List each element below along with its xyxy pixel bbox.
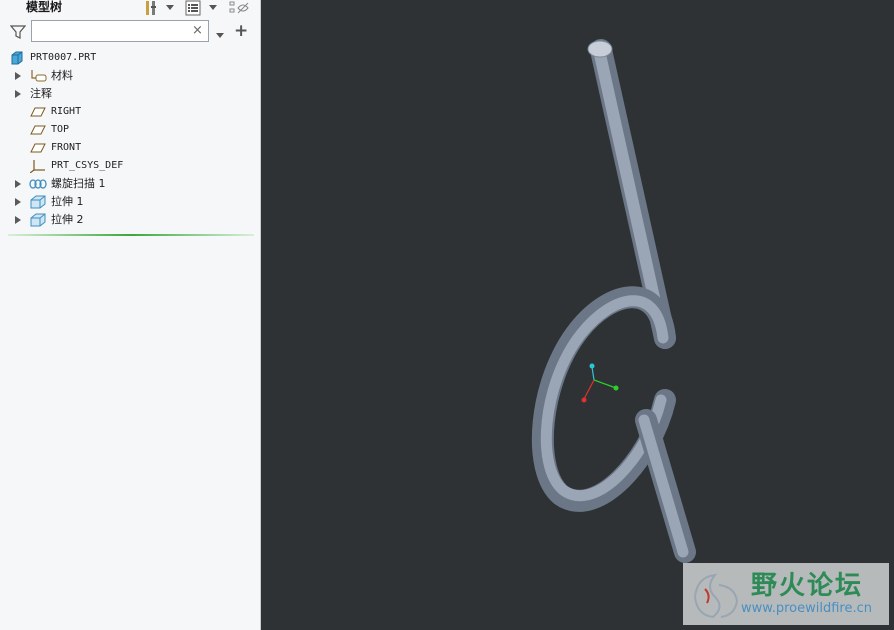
watermark-title: 野火论坛 (751, 571, 864, 601)
tree-item-right-plane[interactable]: RIGHT (0, 103, 260, 121)
tree-item-annotation[interactable]: 注释 (0, 85, 260, 103)
tree-item-label: 拉伸 2 (51, 213, 84, 226)
filter-icon[interactable] (9, 24, 27, 43)
show-list-icon[interactable] (185, 0, 201, 16)
tree-item-label: 注释 (30, 87, 52, 100)
panel-title: 模型树 (26, 0, 63, 14)
tree-item-label: 材料 (51, 69, 73, 82)
chevron-down-icon[interactable] (209, 0, 217, 16)
tree-item-label: PRT_CSYS_DEF (51, 160, 124, 171)
csys-triad (581, 363, 619, 403)
csys-icon (29, 159, 46, 174)
tree-item-part[interactable]: PRT0007.PRT (0, 49, 260, 67)
tree-item-front-plane[interactable]: FRONT (0, 139, 260, 157)
datum-plane-icon (30, 141, 46, 155)
search-options-chevron-down-icon[interactable] (216, 28, 224, 42)
tree-item-csys[interactable]: PRT_CSYS_DEF (0, 157, 260, 175)
chevron-down-icon[interactable] (166, 0, 174, 16)
search-row: × + (0, 20, 260, 44)
model-tree-panel: 模型树 × + PRT0007.PRT 材料 注释 RIGHT TOP FRON… (0, 0, 261, 630)
helical-sweep-icon (29, 177, 47, 191)
search-input[interactable] (31, 20, 209, 42)
expand-arrow-icon[interactable] (15, 180, 21, 188)
add-filter-button[interactable]: + (234, 21, 248, 41)
model-tree: PRT0007.PRT 材料 注释 RIGHT TOP FRONT PRT_CS… (0, 49, 260, 229)
extrude-icon (30, 195, 46, 209)
forum-watermark: 野火论坛 www.proewildfire.cn (683, 563, 889, 625)
flame-logo-icon (693, 573, 739, 619)
insert-here-marker[interactable] (8, 234, 254, 236)
part-icon (10, 51, 26, 65)
spring-model[interactable] (261, 0, 894, 630)
tree-item-top-plane[interactable]: TOP (0, 121, 260, 139)
tree-item-label: 拉伸 1 (51, 195, 84, 208)
extrude-icon (30, 213, 46, 227)
expand-arrow-icon[interactable] (15, 90, 21, 98)
graphics-viewport[interactable] (261, 0, 894, 630)
panel-header: 模型树 (0, 0, 260, 16)
tree-item-material[interactable]: 材料 (0, 67, 260, 85)
tree-item-label: FRONT (51, 142, 82, 153)
clear-search-button[interactable]: × (192, 23, 203, 38)
expand-arrow-icon[interactable] (15, 198, 21, 206)
expand-arrow-icon[interactable] (15, 216, 21, 224)
settings-tools-icon[interactable] (143, 0, 159, 16)
end-cap (587, 40, 613, 58)
tree-item-extrude-2[interactable]: 拉伸 2 (0, 211, 260, 229)
tree-item-label: TOP (51, 124, 70, 135)
tree-item-extrude-1[interactable]: 拉伸 1 (0, 193, 260, 211)
datum-plane-icon (30, 105, 46, 119)
watermark-url: www.proewildfire.cn (741, 601, 872, 616)
tree-item-label: PRT0007.PRT (30, 52, 97, 63)
datum-plane-icon (30, 123, 46, 137)
tree-item-helical-sweep[interactable]: 螺旋扫描 1 (0, 175, 260, 193)
tree-item-label: 螺旋扫描 1 (51, 177, 106, 190)
tree-item-label: RIGHT (51, 106, 82, 117)
hide-tree-icon[interactable] (229, 0, 249, 16)
expand-arrow-icon[interactable] (15, 72, 21, 80)
material-icon (30, 69, 47, 83)
